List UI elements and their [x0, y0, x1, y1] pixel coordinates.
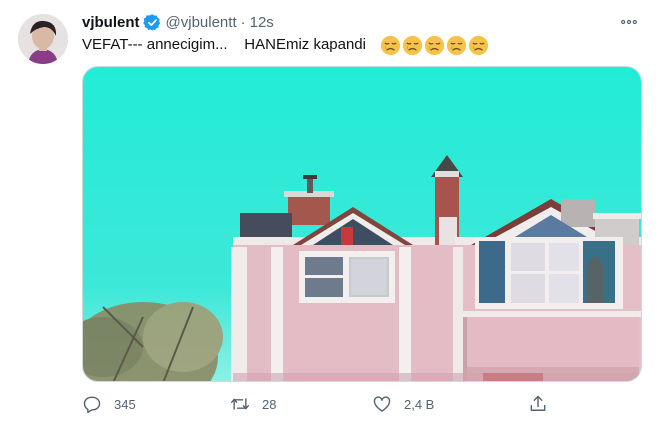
sad-face-emoji-icon [380, 35, 401, 56]
retweet-count: 28 [262, 396, 277, 412]
emoji-group [380, 35, 489, 56]
reply-button[interactable]: 345 [82, 394, 136, 414]
share-icon [528, 394, 548, 414]
tweet-text-content: VEFAT--- annecigim... HANEmiz kapandi [82, 36, 366, 53]
like-count: 2,4 B [404, 396, 435, 412]
sad-face-emoji-icon [424, 35, 445, 56]
tweet-text: VEFAT--- annecigim... HANEmiz kapandi [82, 34, 489, 56]
tweet-header: vjbulent @vjbulentt · 12s [82, 11, 640, 33]
retweet-icon [230, 394, 250, 414]
author-handle[interactable]: @vjbulentt [166, 14, 237, 31]
like-button[interactable]: 2,4 B [372, 394, 434, 414]
verified-badge-icon [142, 13, 162, 32]
tweet-media-image[interactable] [82, 66, 642, 382]
retweet-button[interactable]: 28 [230, 394, 276, 414]
sad-face-emoji-icon [468, 35, 489, 56]
avatar[interactable] [18, 14, 68, 64]
reply-icon [82, 394, 102, 414]
tweet-actions: 345 28 2,4 B [82, 392, 562, 418]
sad-face-emoji-icon [446, 35, 467, 56]
sad-face-emoji-icon [402, 35, 423, 56]
more-icon[interactable] [618, 11, 640, 33]
reply-count: 345 [114, 396, 136, 412]
tweet[interactable]: vjbulent @vjbulentt · 12s VEFAT--- annec… [0, 0, 660, 423]
separator-dot: · [240, 13, 246, 31]
share-button[interactable] [528, 394, 548, 414]
heart-icon [372, 394, 392, 414]
tweet-timestamp[interactable]: 12s [250, 14, 274, 31]
author-name[interactable]: vjbulent [82, 14, 140, 31]
